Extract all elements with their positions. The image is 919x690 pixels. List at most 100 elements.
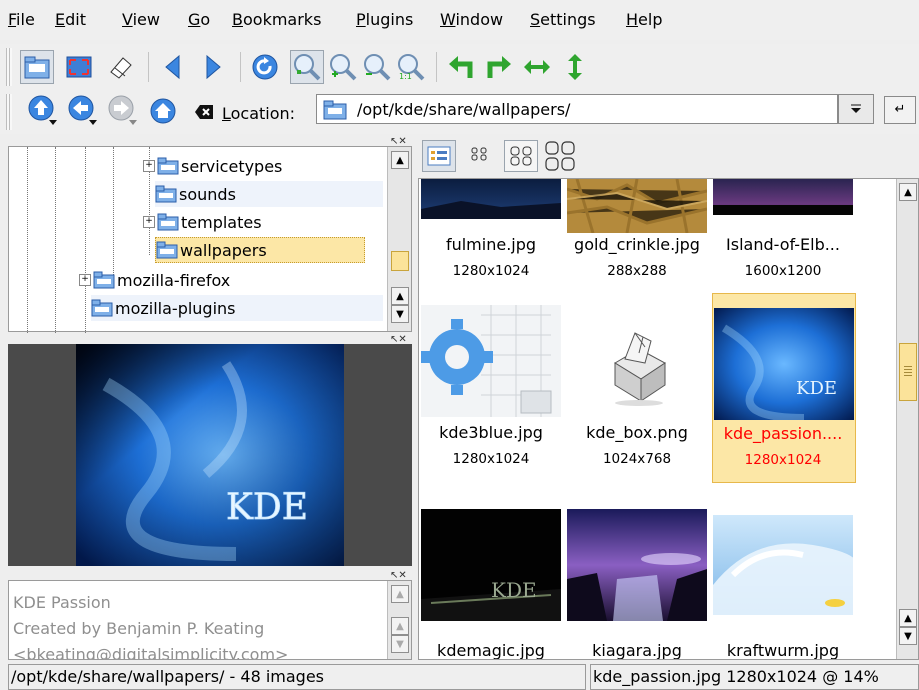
- thumbnail-item[interactable]: fulmine.jpg 1280x1024: [419, 179, 567, 287]
- next-button[interactable]: [196, 50, 230, 84]
- toolbar-separator: [436, 52, 437, 82]
- expand-icon[interactable]: +: [143, 216, 155, 228]
- info-scrollbar[interactable]: ▲ ▲ ▼: [387, 581, 411, 659]
- thumbnail-gold-crinkle: [567, 179, 707, 233]
- browser-mode-button[interactable]: [20, 50, 54, 84]
- thumbnail-item[interactable]: kraftwurm.jpg: [711, 509, 859, 659]
- tree-item-servicetypes[interactable]: + servicetypes: [143, 153, 383, 179]
- list-view-button[interactable]: [422, 140, 456, 172]
- status-right: kde_passion.jpg 1280x1024 @ 14%: [590, 664, 919, 690]
- previous-button[interactable]: [156, 50, 190, 84]
- toolbar-handle[interactable]: [6, 94, 12, 130]
- menu-window[interactable]: Window: [440, 10, 503, 29]
- thumbnail-scrollbar[interactable]: ▲ ▲ ▼: [896, 179, 918, 659]
- menu-view[interactable]: View: [122, 10, 160, 29]
- thumbnail-name: kde3blue.jpg: [439, 423, 543, 442]
- tree-item-label: sounds: [179, 184, 236, 204]
- zoom-in-icon: [330, 54, 357, 81]
- zoom-to-fit-button[interactable]: [290, 50, 324, 84]
- tree-scrollbar[interactable]: ▲ ▲ ▼: [387, 147, 411, 331]
- rotate-right-icon: [487, 56, 511, 78]
- tree-item-wallpapers-selected[interactable]: wallpapers: [155, 237, 365, 263]
- scroll-down-icon[interactable]: ▼: [391, 635, 409, 653]
- large-thumbnails-button[interactable]: [544, 140, 576, 176]
- zoom-original-icon: 1:1: [398, 54, 425, 81]
- home-button[interactable]: [146, 94, 180, 128]
- scroll-down-icon[interactable]: ▼: [899, 627, 917, 645]
- up-button[interactable]: [26, 94, 60, 128]
- tree-item-mozilla-firefox[interactable]: + mozilla-firefox: [79, 267, 383, 293]
- actual-size-button[interactable]: 1:1: [394, 50, 428, 84]
- location-dropdown-button[interactable]: [838, 94, 874, 124]
- tree-item-label: wallpapers: [180, 240, 267, 260]
- scroll-up-icon[interactable]: ▲: [391, 617, 409, 635]
- toolbar-handle[interactable]: [6, 48, 12, 86]
- menubar: File Edit View Go Bookmarks Plugins Wind…: [0, 0, 919, 40]
- thumbnail-item[interactable]: kde3blue.jpg 1280x1024: [419, 299, 567, 471]
- scrollbar-thumb[interactable]: [391, 251, 409, 271]
- fullscreen-icon: [66, 56, 92, 78]
- small-thumbnails-button[interactable]: [470, 146, 490, 166]
- forward-button[interactable]: [106, 94, 140, 128]
- tree-item-label: mozilla-plugins: [115, 298, 236, 318]
- menu-go[interactable]: Go: [188, 10, 210, 29]
- thumbnail-name: kiagara.jpg: [592, 641, 682, 660]
- thumbnail-item[interactable]: KDE kdemagic.jpg: [419, 509, 567, 659]
- preview-watermark: KDE: [226, 487, 308, 528]
- arrow-up-icon: [28, 95, 57, 125]
- info-line: <bkeating@digitalsimplicity.com>: [13, 645, 289, 660]
- scroll-down-icon[interactable]: ▼: [391, 305, 409, 323]
- thumbnail-item[interactable]: kde_box.png 1024x768: [565, 299, 713, 471]
- menu-plugins[interactable]: Plugins: [356, 10, 413, 29]
- thumbnail-name: Island-of-Elb...: [726, 235, 840, 254]
- folder-browse-icon: [24, 56, 50, 79]
- scroll-up-icon[interactable]: ▲: [391, 287, 409, 305]
- go-button[interactable]: ↵: [884, 96, 916, 124]
- zoom-in-button[interactable]: [326, 50, 360, 84]
- menu-edit[interactable]: Edit: [55, 10, 86, 29]
- expand-icon[interactable]: +: [143, 160, 155, 172]
- thumbnail-item[interactable]: Island-of-Elb... 1600x1200: [711, 179, 859, 287]
- tree-item-mozilla-plugins[interactable]: mozilla-plugins: [91, 295, 383, 321]
- zoom-out-icon: [364, 54, 391, 81]
- scroll-up-icon[interactable]: ▲: [391, 585, 409, 603]
- menu-file[interactable]: File: [8, 10, 35, 29]
- svg-text:1:1: 1:1: [399, 72, 412, 81]
- menu-bookmarks[interactable]: Bookmarks: [232, 10, 321, 29]
- folder-open-icon: [156, 241, 178, 259]
- thumbnail-item[interactable]: gold_crinkle.jpg 288x288: [565, 179, 713, 287]
- flip-horizontal-button[interactable]: [520, 50, 554, 84]
- scrollbar-thumb[interactable]: [899, 343, 917, 401]
- scroll-up-icon[interactable]: ▲: [899, 183, 917, 201]
- thumbnail-name: kde_box.png: [586, 423, 688, 442]
- location-combobox[interactable]: /opt/kde/share/wallpapers/: [316, 94, 838, 124]
- zoom-out-button[interactable]: [360, 50, 394, 84]
- folder-icon: [157, 213, 179, 231]
- folder-icon: [93, 271, 115, 289]
- thumbnail-grid: fulmine.jpg 1280x1024 gold_crinkle.jpg 2…: [418, 178, 919, 660]
- scroll-up-icon[interactable]: ▲: [899, 609, 917, 627]
- large-thumbnails-icon: [545, 141, 575, 171]
- back-button[interactable]: [66, 94, 100, 128]
- medium-thumbnails-button[interactable]: [504, 140, 538, 172]
- tree-item-templates[interactable]: + templates: [143, 209, 383, 235]
- clear-location-button[interactable]: [194, 104, 214, 124]
- thumbnail-item-selected[interactable]: KDE kde_passion.... 1280x1024: [712, 293, 856, 483]
- folder-icon: [155, 185, 177, 203]
- menu-settings[interactable]: Settings: [530, 10, 596, 29]
- folder-tree-dock: ↖✕ + servicetypes sounds + templates wal…: [8, 136, 412, 333]
- scroll-up-icon[interactable]: ▲: [391, 151, 409, 169]
- thumbnail-item[interactable]: kiagara.jpg: [565, 509, 713, 659]
- thumbnail-name: kde_passion....: [723, 424, 843, 443]
- medium-thumbnails-icon: [510, 146, 532, 166]
- expand-icon[interactable]: +: [79, 274, 91, 286]
- reload-button[interactable]: [248, 50, 282, 84]
- info-line: KDE Passion: [13, 593, 111, 612]
- rotate-right-button[interactable]: [482, 50, 516, 84]
- flip-vertical-button[interactable]: [558, 50, 592, 84]
- tree-item-sounds[interactable]: sounds: [155, 181, 383, 207]
- slideshow-button[interactable]: [104, 50, 138, 84]
- fullscreen-button[interactable]: [62, 50, 96, 84]
- rotate-left-button[interactable]: [444, 50, 478, 84]
- menu-help[interactable]: Help: [626, 10, 662, 29]
